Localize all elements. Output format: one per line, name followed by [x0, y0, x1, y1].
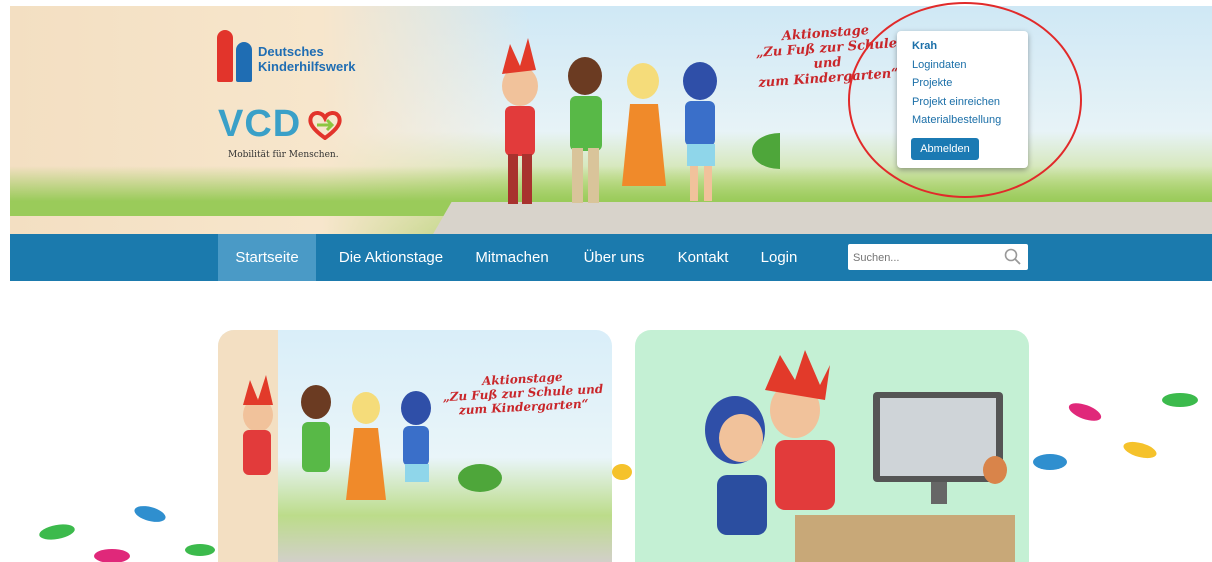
card2-illustration [705, 350, 1015, 562]
nav-item-kontakt[interactable]: Kontakt [667, 234, 739, 281]
dkhw-logo-figure-blue [236, 42, 252, 82]
nav-item-login[interactable]: Login [751, 234, 807, 281]
vcd-tagline: Mobilität für Menschen. [228, 150, 339, 160]
user-menu-item-materialbestellung[interactable]: Materialbestellung [912, 114, 1001, 126]
user-dropdown-menu: Krah Logindaten Projekte Projekt einreic… [897, 31, 1028, 168]
card-computer-kids[interactable] [635, 330, 1029, 562]
user-menu-item-logindaten[interactable]: Logindaten [912, 59, 966, 71]
user-menu-item-projekte[interactable]: Projekte [912, 77, 952, 89]
search-input[interactable] [851, 247, 1005, 269]
nav-item-die-aktionstage[interactable]: Die Aktionstage [321, 234, 461, 281]
nav-item-mitmachen[interactable]: Mitmachen [465, 234, 559, 281]
dkhw-line1: Deutsches [258, 44, 324, 59]
vcd-heart-icon [308, 111, 342, 140]
logout-button[interactable]: Abmelden [911, 138, 979, 160]
main-nav: Startseite Die Aktionstage Mitmachen Übe… [10, 234, 1212, 281]
search-box [848, 244, 1028, 270]
vcd-logo[interactable]: VCD [218, 103, 301, 146]
search-icon[interactable] [1004, 248, 1022, 266]
nav-item-startseite[interactable]: Startseite [218, 234, 316, 281]
nav-item-ueber-uns[interactable]: Über uns [572, 234, 656, 281]
children-walking-illustration [502, 38, 780, 204]
dkhw-logo-figure-red [217, 30, 233, 82]
user-menu-username[interactable]: Krah [912, 40, 937, 52]
dkhw-line2: Kinderhilfswerk [258, 59, 356, 74]
card-aktionstage[interactable] [218, 330, 612, 562]
card1-illustration [218, 330, 502, 562]
user-menu-item-projekt-einreichen[interactable]: Projekt einreichen [912, 96, 1000, 108]
dkhw-logo-text[interactable]: Deutsches Kinderhilfswerk [258, 44, 356, 74]
